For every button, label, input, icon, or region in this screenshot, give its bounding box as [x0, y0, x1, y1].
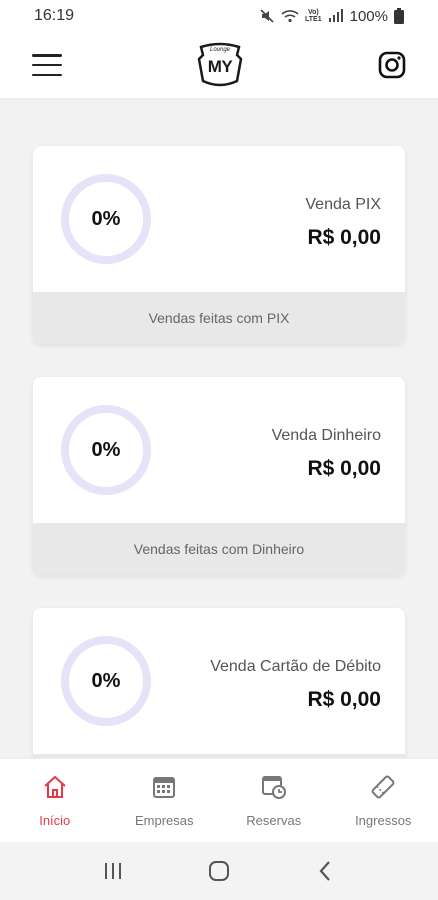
recent-apps-icon[interactable] — [98, 856, 128, 886]
status-time: 16:19 — [34, 7, 75, 24]
status-bar: 16:19 Vo) LTE1 100% — [0, 0, 438, 32]
nav-empresas[interactable]: Empresas — [110, 759, 220, 842]
nav-reservas[interactable]: Reservas — [219, 759, 329, 842]
logo-text: MY — [207, 57, 233, 76]
percent-ring: 0% — [61, 174, 151, 264]
card-footer: Vendas feitas com PIX — [33, 292, 405, 344]
card-dinheiro: 0% Venda Dinheiro R$ 0,00 Vendas feitas … — [33, 377, 405, 575]
card-value: R$ 0,00 — [307, 457, 381, 480]
battery-icon — [394, 8, 404, 24]
nav-label: Ingressos — [355, 812, 412, 828]
volte-indicator: Vo) LTE1 — [305, 9, 322, 23]
bottom-nav: Início Empresas Reservas Ingressos — [0, 758, 438, 842]
app-header: Lounge MY — [0, 32, 438, 98]
home-icon — [42, 774, 68, 805]
card-label: Venda PIX — [305, 196, 381, 213]
home-button-icon[interactable] — [204, 856, 234, 886]
sales-cards-list[interactable]: 0% Venda PIX R$ 0,00 Vendas feitas com P… — [0, 98, 438, 758]
mute-icon — [259, 8, 275, 24]
signal-icon — [328, 9, 344, 23]
app-logo[interactable]: Lounge MY — [197, 41, 243, 89]
card-debito: 0% Venda Cartão de Débito R$ 0,00 — [33, 608, 405, 758]
card-pix: 0% Venda PIX R$ 0,00 Vendas feitas com P… — [33, 146, 405, 344]
battery-percent: 100% — [349, 7, 388, 25]
calendar-icon — [151, 774, 177, 805]
system-nav-bar — [0, 842, 438, 900]
reservation-clock-icon — [261, 774, 287, 805]
card-label: Venda Cartão de Débito — [210, 658, 381, 675]
percent-ring: 0% — [61, 636, 151, 726]
ticket-icon — [370, 774, 396, 805]
logo-top-text: Lounge — [209, 47, 231, 53]
percent-ring: 0% — [61, 405, 151, 495]
status-icons: Vo) LTE1 100% — [259, 8, 404, 25]
nav-ingressos[interactable]: Ingressos — [329, 759, 438, 842]
wifi-icon — [281, 9, 299, 23]
card-label: Venda Dinheiro — [271, 427, 381, 444]
menu-icon[interactable] — [32, 54, 62, 76]
nav-label: Empresas — [134, 812, 194, 828]
card-footer: Vendas feitas com Dinheiro — [33, 523, 405, 575]
card-value: R$ 0,00 — [307, 226, 381, 249]
instagram-icon[interactable] — [378, 51, 406, 79]
nav-inicio[interactable]: Início — [0, 759, 110, 842]
back-icon[interactable] — [310, 856, 340, 886]
card-value: R$ 0,00 — [307, 688, 381, 711]
nav-label: Início — [39, 812, 71, 828]
nav-label: Reservas — [246, 812, 302, 828]
